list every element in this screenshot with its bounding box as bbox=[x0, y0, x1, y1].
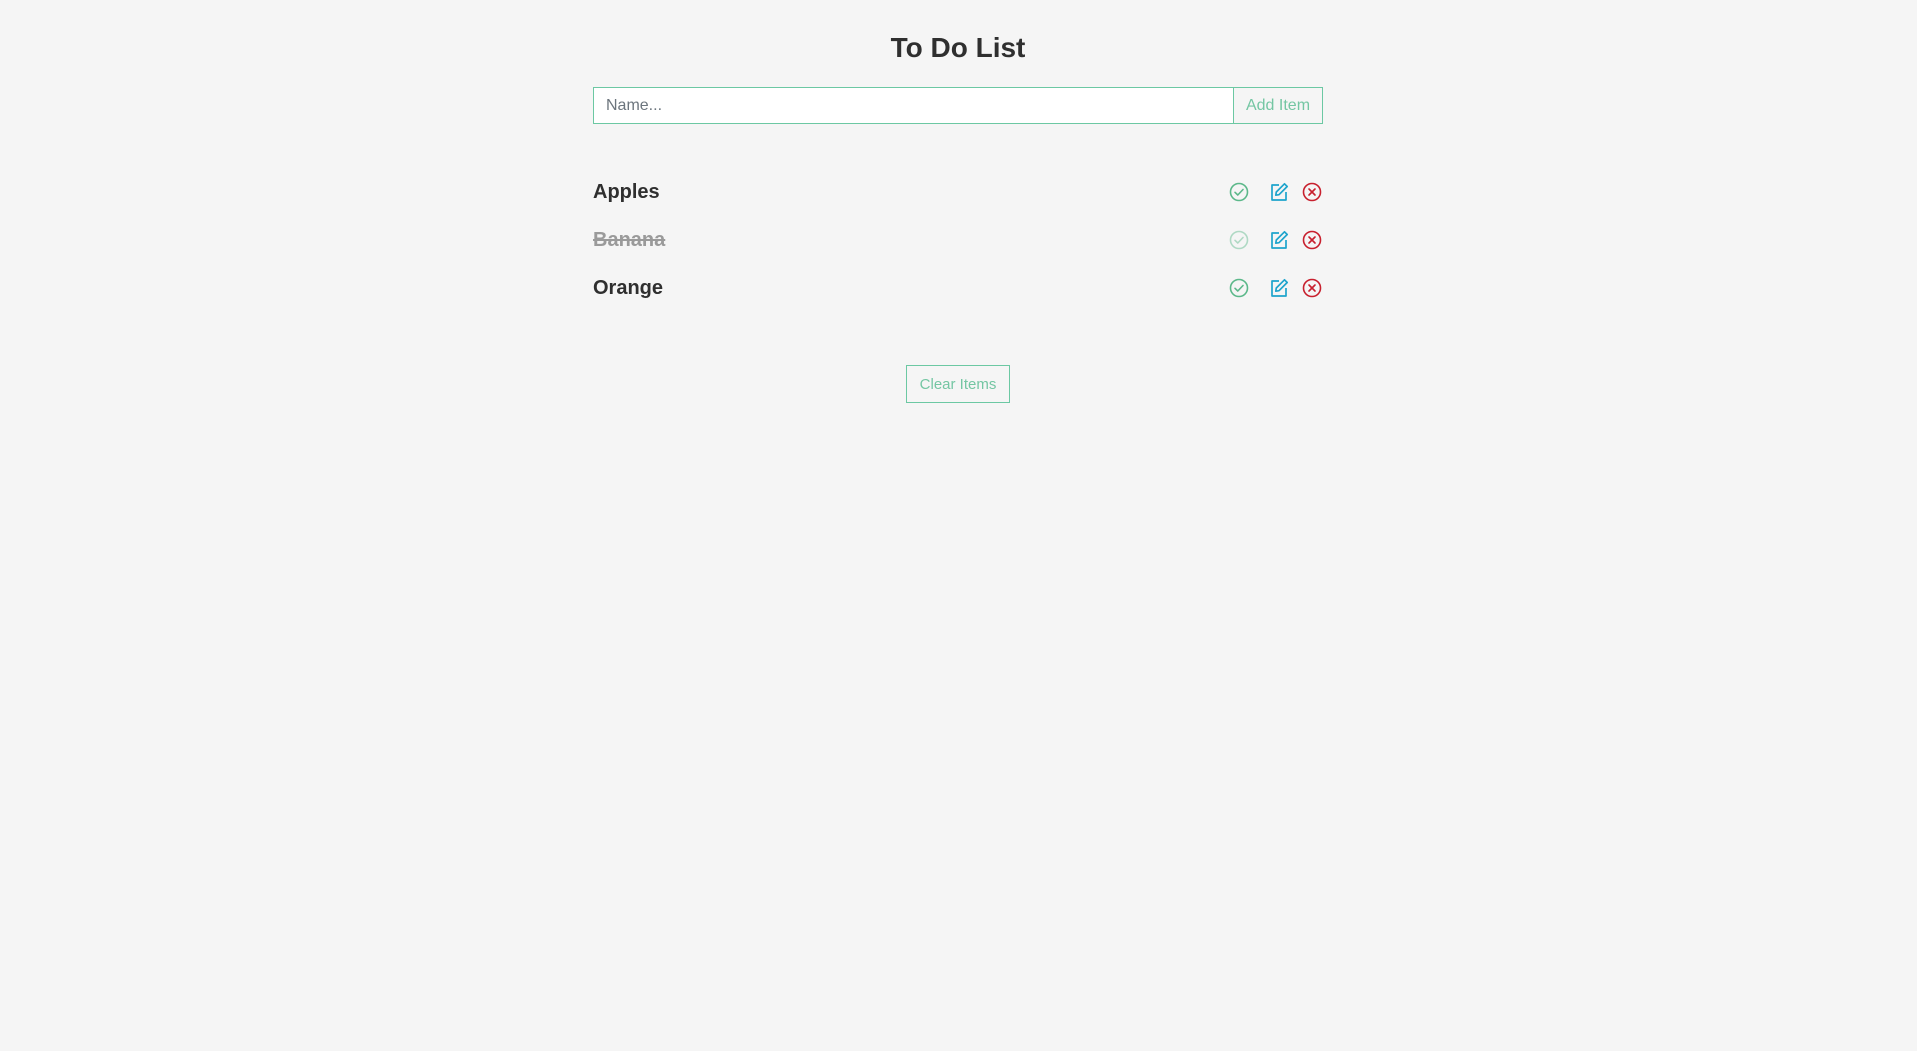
edit-icon[interactable] bbox=[1268, 181, 1290, 203]
check-circle-icon[interactable] bbox=[1228, 277, 1250, 299]
todo-item: Apples bbox=[593, 168, 1323, 216]
check-circle-icon[interactable] bbox=[1228, 229, 1250, 251]
todo-item-actions bbox=[1228, 276, 1323, 300]
edit-icon[interactable] bbox=[1268, 229, 1290, 251]
todo-item-actions bbox=[1228, 180, 1323, 204]
todo-list: Apples Banana Orange bbox=[593, 168, 1323, 312]
add-item-button[interactable]: Add Item bbox=[1233, 87, 1323, 124]
x-circle-icon[interactable] bbox=[1301, 229, 1323, 251]
edit-icon[interactable] bbox=[1268, 277, 1290, 299]
x-circle-icon[interactable] bbox=[1301, 277, 1323, 299]
page-title: To Do List bbox=[890, 32, 1026, 63]
clear-items-button[interactable]: Clear Items bbox=[906, 365, 1010, 403]
item-name-input[interactable] bbox=[593, 87, 1233, 124]
todo-item-actions bbox=[1228, 228, 1323, 252]
todo-item-completed: Banana bbox=[593, 216, 1323, 264]
x-circle-icon[interactable] bbox=[1301, 181, 1323, 203]
todo-item-label: Apples bbox=[593, 180, 660, 203]
add-item-form: Add Item bbox=[593, 87, 1323, 124]
todo-item-label: Banana bbox=[593, 228, 666, 251]
check-circle-icon[interactable] bbox=[1228, 181, 1250, 203]
todo-item-label: Orange bbox=[593, 276, 664, 299]
todo-item: Orange bbox=[593, 264, 1323, 312]
